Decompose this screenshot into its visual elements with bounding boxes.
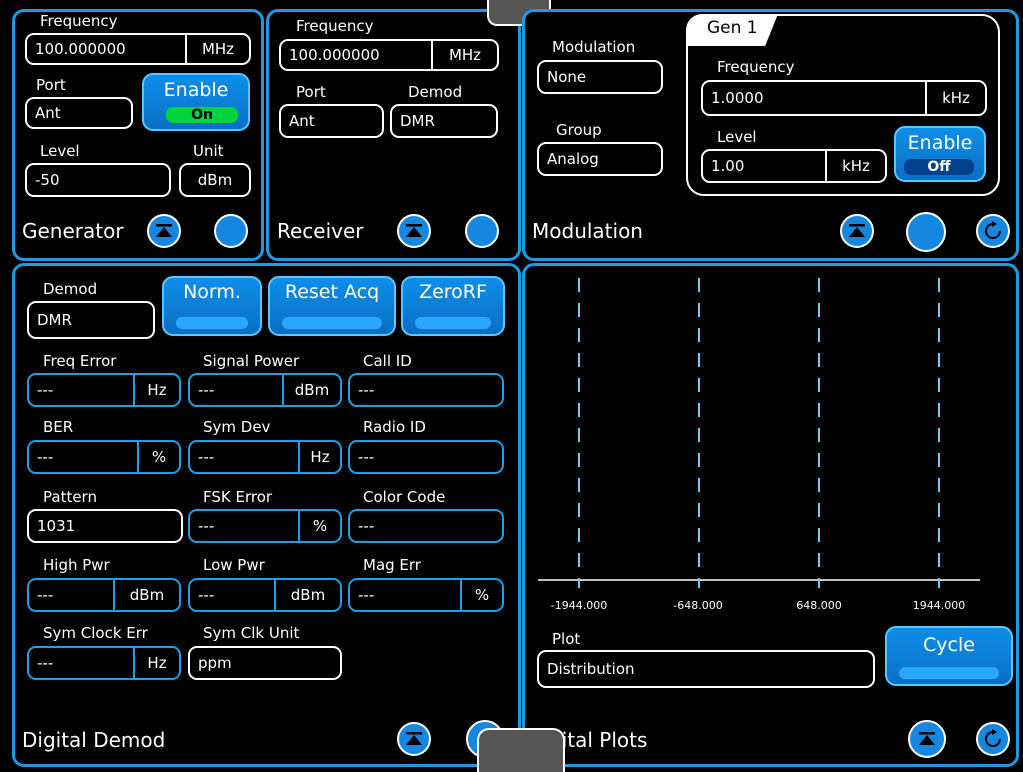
plot-type-field[interactable]: Distribution: [537, 650, 875, 688]
receiver-demod-label: Demod: [408, 83, 463, 101]
refresh-icon: [985, 729, 1001, 747]
modulation-refresh-button[interactable]: [976, 214, 1010, 248]
modulation-group-field[interactable]: Analog: [537, 142, 663, 176]
digital-demod-title: Digital Demod: [22, 728, 166, 752]
sym-clock-err-field[interactable]: --- Hz: [27, 646, 181, 680]
high-pwr-label: High Pwr: [43, 556, 110, 574]
x-tick-label-3: 648.000: [796, 599, 842, 612]
signal-power-field[interactable]: --- dBm: [188, 373, 342, 407]
mag-err-field[interactable]: --- %: [348, 578, 504, 612]
signal-power-label: Signal Power: [203, 352, 300, 370]
digital-demod-collapse-button[interactable]: [397, 722, 431, 756]
collapse-icon: [406, 224, 422, 237]
receiver-collapse-button[interactable]: [397, 214, 431, 248]
modulation-type-field[interactable]: None: [537, 60, 663, 94]
receiver-frequency-label: Frequency: [296, 17, 374, 35]
generator-unit-field[interactable]: dBm: [179, 163, 251, 197]
gen1-frequency-unit: kHz: [925, 82, 985, 114]
generator-frequency-field[interactable]: 100.000000 MHz: [25, 33, 251, 65]
generator-enable-state: On: [166, 107, 238, 123]
sym-clock-err-label: Sym Clock Err: [43, 624, 148, 642]
generator-port-field[interactable]: Ant: [25, 97, 133, 129]
collapse-icon: [919, 732, 935, 745]
plot-label: Plot: [552, 630, 581, 648]
color-code-label: Color Code: [363, 488, 446, 506]
x-tick-label-4: 1944.000: [912, 599, 966, 612]
gen1-frequency-field[interactable]: 1.0000 kHz: [701, 80, 987, 116]
ber-label: BER: [43, 418, 74, 436]
sym-clk-unit-label: Sym Clk Unit: [203, 624, 300, 642]
generator-collapse-button[interactable]: [147, 214, 181, 248]
freq-error-label: Freq Error: [43, 352, 117, 370]
receiver-frequency-unit: MHz: [431, 41, 497, 69]
pattern-field[interactable]: 1031: [27, 509, 183, 543]
generator-title: Generator: [22, 219, 124, 243]
receiver-title: Receiver: [277, 219, 364, 243]
modulation-collapse-button[interactable]: [840, 214, 874, 248]
radio-id-field[interactable]: ---: [348, 440, 504, 474]
collapse-icon: [156, 224, 172, 237]
gen1-enable-button[interactable]: Enable Off: [894, 126, 986, 182]
receiver-port-label: Port: [296, 83, 326, 101]
collapse-icon: [849, 224, 865, 237]
receiver-port-field[interactable]: Ant: [279, 104, 384, 138]
reset-acq-button[interactable]: Reset Acq: [268, 276, 396, 336]
generator-frequency-label: Frequency: [40, 12, 118, 30]
sym-clk-unit-field[interactable]: ppm: [188, 646, 342, 680]
color-code-field[interactable]: ---: [348, 509, 504, 543]
gen1-level-label: Level: [717, 128, 757, 146]
gen1-tab[interactable]: Gen 1: [686, 14, 778, 46]
modulation-title: Modulation: [532, 219, 643, 243]
refresh-icon: [985, 221, 1001, 239]
x-tick-label-2: -648.000: [673, 599, 723, 612]
bottom-handle[interactable]: [477, 728, 565, 772]
digital-plots-collapse-button[interactable]: [908, 720, 946, 758]
receiver-demod-field[interactable]: DMR: [390, 104, 498, 138]
generator-level-field[interactable]: -50: [25, 163, 171, 197]
call-id-field[interactable]: ---: [348, 373, 504, 407]
freq-error-field[interactable]: --- Hz: [27, 373, 181, 407]
plot-ticks: [578, 278, 940, 588]
sym-dev-field[interactable]: --- Hz: [188, 440, 342, 474]
generator-unit-label: Unit: [193, 142, 224, 160]
norm-button[interactable]: Norm.: [162, 276, 262, 336]
dd-demod-field[interactable]: DMR: [27, 301, 155, 339]
distribution-plot: [538, 278, 980, 588]
receiver-frequency-field[interactable]: 100.000000 MHz: [279, 39, 499, 71]
gen1-frequency-label: Frequency: [717, 58, 795, 76]
fsk-error-label: FSK Error: [203, 488, 273, 506]
fsk-error-field[interactable]: --- %: [188, 509, 342, 543]
modulation-group-label: Group: [556, 121, 602, 139]
generator-level-label: Level: [40, 142, 80, 160]
pattern-label: Pattern: [43, 488, 97, 506]
high-pwr-field[interactable]: --- dBm: [27, 578, 181, 612]
ber-field[interactable]: --- %: [27, 440, 181, 474]
gen1-tab-label: Gen 1: [707, 18, 758, 38]
call-id-label: Call ID: [363, 352, 412, 370]
generator-frequency-unit: MHz: [185, 35, 249, 63]
gen1-level-unit: kHz: [825, 151, 885, 181]
generator-port-label: Port: [36, 76, 66, 94]
modulation-type-label: Modulation: [552, 38, 636, 56]
cycle-button[interactable]: Cycle: [885, 626, 1013, 686]
digital-plots-refresh-button[interactable]: [976, 722, 1010, 756]
generator-enable-button[interactable]: Enable On: [142, 73, 250, 131]
gen1-enable-state: Off: [904, 159, 974, 175]
modulation-option-button[interactable]: [906, 212, 946, 252]
generator-option-button[interactable]: [214, 214, 248, 248]
receiver-option-button[interactable]: [465, 214, 499, 248]
x-tick-label-1: -1944.000: [550, 599, 608, 612]
low-pwr-label: Low Pwr: [203, 556, 265, 574]
dd-demod-label: Demod: [43, 280, 98, 298]
radio-id-label: Radio ID: [363, 418, 426, 436]
zero-rf-button[interactable]: ZeroRF: [401, 276, 505, 336]
low-pwr-field[interactable]: --- dBm: [188, 578, 342, 612]
sym-dev-label: Sym Dev: [203, 418, 271, 436]
collapse-icon: [406, 732, 422, 745]
mag-err-label: Mag Err: [363, 556, 421, 574]
gen1-level-field[interactable]: 1.00 kHz: [701, 149, 887, 183]
